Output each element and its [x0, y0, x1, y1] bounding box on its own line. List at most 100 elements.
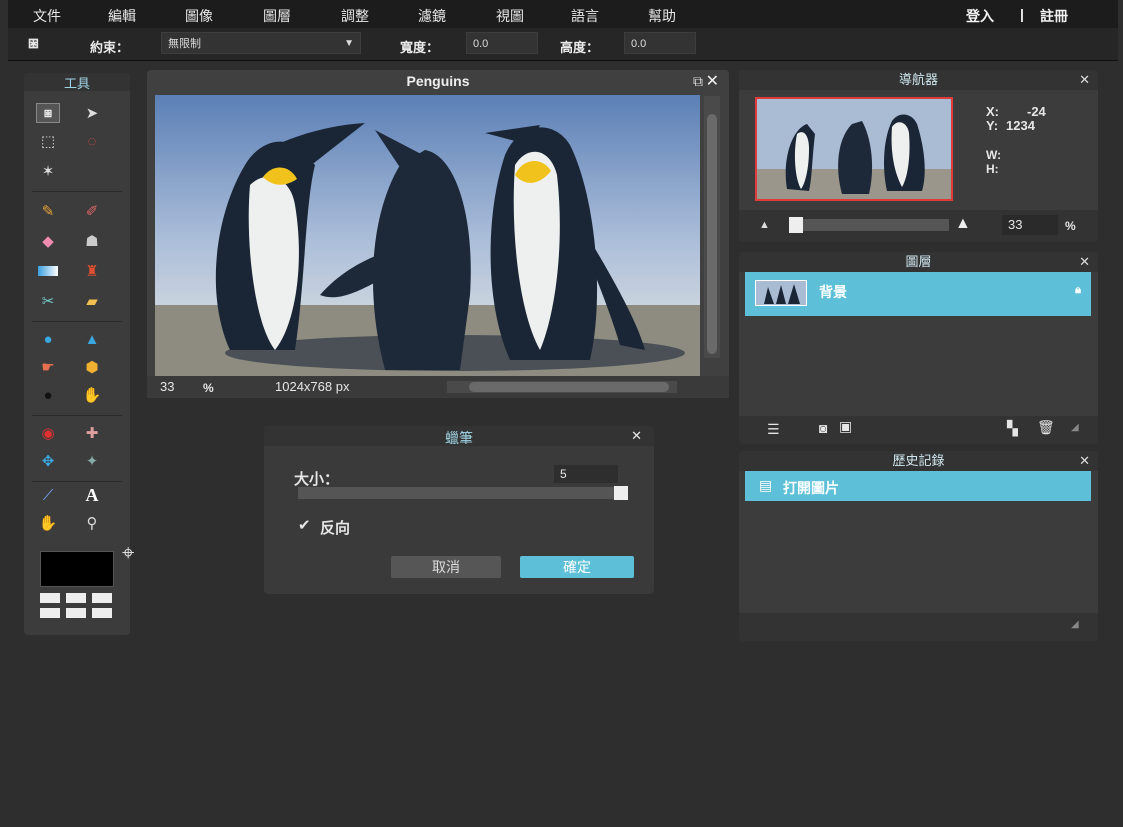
tools-title: 工具	[24, 73, 130, 91]
close-icon[interactable]: ✕	[1079, 70, 1090, 90]
hand-tool[interactable]: ✋	[36, 513, 60, 533]
new-layer-icon[interactable]: ▣	[839, 418, 852, 435]
lasso-icon: ◌	[87, 132, 97, 150]
menu-layer[interactable]: 圖層	[263, 6, 291, 26]
spot-heal-tool[interactable]: ✚	[80, 423, 104, 443]
dodge-tool[interactable]: ✋	[80, 385, 104, 405]
document-canvas[interactable]	[155, 95, 700, 376]
menu-language[interactable]: 語言	[571, 6, 599, 26]
menu-filter[interactable]: 濾鏡	[418, 6, 446, 26]
close-icon[interactable]: ✕	[706, 71, 719, 91]
burn-tool[interactable]: ●	[36, 385, 60, 405]
login-link[interactable]: 登入	[966, 6, 994, 26]
layer-thumbnail	[755, 280, 807, 306]
restore-icon[interactable]: ⧉	[693, 73, 703, 90]
layer-mask-icon[interactable]: ◙	[819, 420, 827, 436]
sponge-tool[interactable]: ▰	[80, 291, 104, 311]
width-input[interactable]: 0.0	[466, 32, 538, 54]
marquee-icon: ⬚	[40, 133, 56, 150]
ok-button[interactable]: 確定	[520, 556, 634, 578]
menu-bar: 文件 編輯 圖像 圖層 調整 濾鏡 視圖 語言 幫助 登入 | 註冊	[8, 0, 1118, 28]
cancel-button[interactable]: 取消	[391, 556, 501, 578]
type-tool[interactable]: A	[80, 485, 104, 505]
move-tool[interactable]: ➤	[80, 103, 104, 123]
sponge-icon: ▰	[86, 293, 98, 310]
menu-edit[interactable]: 編輯	[108, 6, 136, 26]
pencil-tool[interactable]: ✎	[36, 201, 60, 221]
lasso-tool[interactable]: ◌	[80, 131, 104, 151]
menu-image[interactable]: 圖像	[185, 6, 213, 26]
size-slider[interactable]	[298, 486, 628, 500]
chevron-down-icon: ▼	[344, 38, 354, 49]
eraser-tool[interactable]: ◆	[36, 231, 60, 251]
trash-icon[interactable]: 🗑︎	[1037, 419, 1055, 436]
smudge-tool[interactable]: ☛	[36, 357, 60, 377]
menu-view[interactable]: 視圖	[496, 6, 524, 26]
horizontal-scrollbar[interactable]	[447, 381, 677, 393]
view-modes[interactable]	[40, 593, 112, 621]
magic-wand-tool[interactable]: ✶	[36, 161, 60, 181]
color-picker-tool[interactable]: ⟋	[36, 485, 60, 505]
gradient-tool[interactable]	[36, 261, 60, 281]
history-item[interactable]: ▤ 打開圖片	[745, 471, 1091, 501]
blur-tool[interactable]: ●	[36, 329, 60, 349]
navigator-thumbnail[interactable]	[755, 97, 953, 201]
stamp-tool[interactable]: ♜	[80, 261, 104, 281]
layers-header: 圖層 ✕	[739, 252, 1098, 272]
close-icon[interactable]: ✕	[1079, 451, 1090, 471]
horizontal-scroll-thumb[interactable]	[469, 382, 669, 392]
bloat-tool[interactable]: ✥	[36, 451, 60, 471]
close-icon[interactable]: ✕	[1079, 252, 1090, 272]
gradient-icon	[38, 266, 58, 276]
zoom-in-icon[interactable]: ▲	[955, 215, 971, 233]
vertical-scrollbar[interactable]	[704, 96, 720, 358]
color-replace-tool[interactable]: ✂	[36, 291, 60, 311]
menu-file[interactable]: 文件	[33, 6, 61, 26]
history-title: 歷史記錄	[892, 453, 945, 468]
close-icon[interactable]: ✕	[631, 428, 642, 444]
zoom-input[interactable]: 33	[1002, 215, 1058, 235]
height-input[interactable]: 0.0	[624, 32, 696, 54]
fill-tool[interactable]: ☗	[80, 231, 104, 251]
resize-grip-icon[interactable]: ◢	[1071, 422, 1079, 433]
y-value: 1234	[1006, 118, 1035, 133]
vertical-scroll-thumb[interactable]	[707, 114, 717, 354]
dialog-title: 蠟筆	[445, 430, 473, 446]
duplicate-layer-icon[interactable]: ▚	[1007, 420, 1018, 437]
menu-help[interactable]: 幫助	[648, 6, 676, 26]
crosshair-cursor-icon: ⌖	[122, 540, 135, 565]
doc-zoom-value[interactable]: 33	[160, 379, 174, 394]
penguins-image	[155, 95, 700, 376]
constraint-select[interactable]: 無限制 ▼	[161, 32, 361, 54]
sponge-shape-icon: ⬢	[85, 359, 99, 376]
menu-adjust[interactable]: 調整	[341, 6, 369, 26]
crop-tool-icon: ⧆	[28, 33, 39, 52]
zoom-unit: %	[1065, 219, 1076, 233]
dodge-icon: ✋	[82, 387, 102, 404]
zoom-out-icon[interactable]: ▲	[759, 219, 770, 231]
red-eye-tool[interactable]: ◉	[36, 423, 60, 443]
invert-checkbox-icon[interactable]: ✔	[298, 516, 311, 534]
resize-grip-icon[interactable]: ◢	[1071, 619, 1079, 630]
zoom-bar: ▲ ▲ 33 %	[739, 210, 1098, 242]
pinch-tool[interactable]: ✦	[80, 451, 104, 471]
width-label: 寬度：	[400, 40, 440, 55]
zoom-tool[interactable]: ⚲	[80, 513, 104, 533]
foreground-color-swatch[interactable]	[40, 551, 114, 587]
zoom-slider-handle[interactable]	[789, 217, 803, 233]
layer-row[interactable]: 背景 🔒︎	[745, 272, 1091, 316]
marquee-tool[interactable]: ⬚	[36, 131, 60, 151]
zoom-slider[interactable]	[789, 217, 949, 233]
brush-tool[interactable]: ✐	[80, 201, 104, 221]
lock-icon: 🔒︎	[1075, 284, 1081, 296]
size-input[interactable]: 5	[554, 465, 618, 483]
register-link[interactable]: 註冊	[1040, 6, 1068, 26]
move-icon: ➤	[85, 105, 99, 122]
sponge-tool-2[interactable]: ⬢	[80, 357, 104, 377]
crop-tool[interactable]: ⧆	[36, 103, 60, 123]
size-slider-handle[interactable]	[614, 486, 628, 500]
crop-icon: ⧆	[43, 105, 53, 120]
layer-styles-icon[interactable]: ☰	[767, 421, 780, 438]
sharpen-tool[interactable]: ▲	[80, 329, 104, 349]
eyedropper-icon: ⟋	[42, 486, 54, 504]
